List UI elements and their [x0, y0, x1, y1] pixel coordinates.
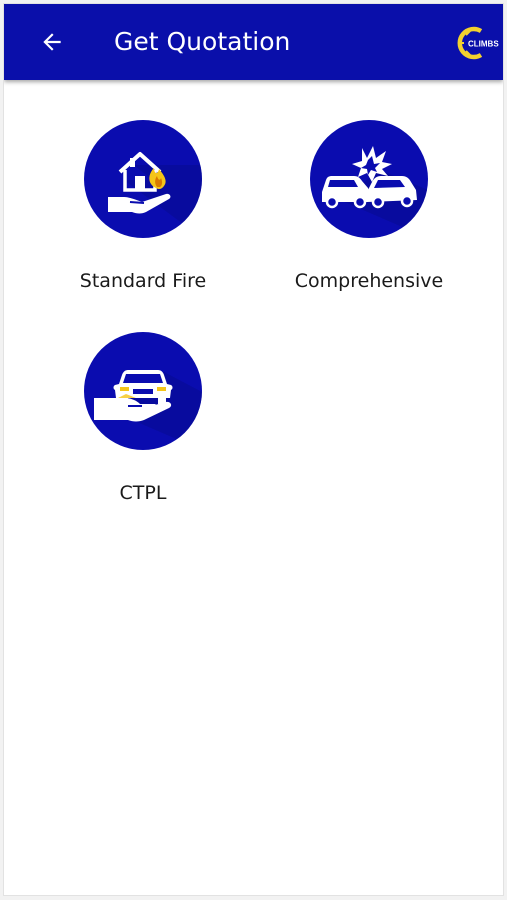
product-card-standard-fire[interactable]: Standard Fire — [43, 120, 243, 294]
climbs-logo-icon: CLIMBS — [455, 23, 499, 63]
app-bar: Get Quotation CLIMBS — [4, 4, 503, 80]
product-label: Standard Fire — [79, 270, 207, 292]
product-card-comprehensive[interactable]: Comprehensive — [269, 120, 469, 294]
product-label: CTPL — [119, 482, 167, 504]
car-hand-icon — [84, 332, 202, 450]
logo-text: CLIMBS — [468, 40, 499, 49]
back-button[interactable] — [32, 22, 72, 62]
screen: Get Quotation CLIMBS Standard Fire Compr… — [3, 3, 504, 896]
product-card-ctpl[interactable]: CTPL — [43, 332, 243, 506]
page-title: Get Quotation — [114, 27, 291, 56]
house-fire-hand-icon — [84, 120, 202, 238]
arrow-left-icon — [43, 33, 61, 51]
car-collision-icon — [310, 120, 428, 238]
product-label: Comprehensive — [294, 270, 444, 292]
